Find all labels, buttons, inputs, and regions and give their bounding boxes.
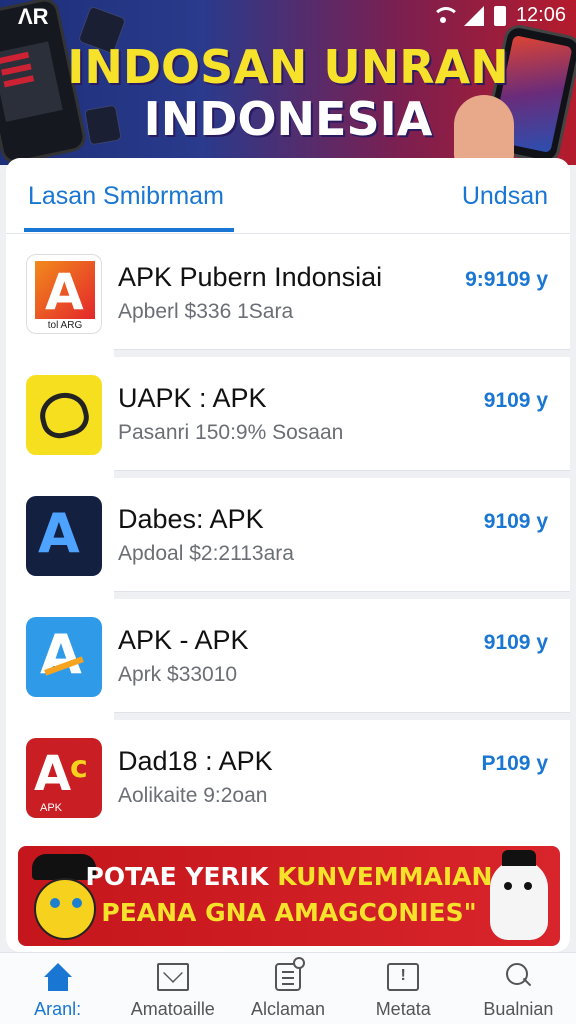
app-subtitle: Apdoal $2:2113ara bbox=[118, 542, 294, 565]
nav-label: Aranl: bbox=[34, 999, 82, 1019]
nav-item-mail[interactable]: Amatoaille bbox=[115, 953, 230, 1024]
app-name: Dabes: APK bbox=[118, 504, 264, 534]
list-item[interactable]: A Dabes: APK Apdoal $2:2113ara 9109 y bbox=[6, 478, 570, 599]
nav-label: Alclaman bbox=[250, 999, 326, 1019]
divider bbox=[114, 591, 570, 599]
list-item[interactable]: Ac APK Dad18 : APK Aolikaite 9:2oan P109 … bbox=[6, 720, 570, 841]
app-logo-icon: ɅR bbox=[18, 4, 49, 29]
mail-icon bbox=[156, 963, 189, 991]
promo-line-1: POTAE YERIK KUNVEMMAIAN bbox=[85, 862, 493, 891]
app-name: Dad18 : APK bbox=[118, 746, 273, 776]
status-bar: ɅR 12:06 bbox=[0, 0, 576, 32]
promo-banner[interactable]: POTAE YERIK KUNVEMMAIAN PEANA GNA AMAGCO… bbox=[18, 846, 560, 946]
wifi-icon bbox=[431, 6, 460, 25]
nav-label: Bualnian bbox=[483, 999, 554, 1019]
promo-line-2: PEANA GNA AMAGCONIES" bbox=[101, 898, 477, 927]
app-name: UAPK : APK bbox=[118, 383, 267, 413]
divider bbox=[114, 470, 570, 478]
signal-icon bbox=[463, 5, 484, 26]
divider bbox=[114, 349, 570, 357]
app-value: 9109 y bbox=[483, 389, 548, 412]
home-icon bbox=[42, 963, 74, 991]
apk-red-orange-icon: ꓮ tol ARG bbox=[26, 254, 102, 334]
nav-label: Amatoaille bbox=[130, 999, 215, 1019]
document-icon bbox=[275, 957, 305, 991]
nav-item-inbox[interactable]: Metata bbox=[346, 953, 461, 1024]
status-time: 12:06 bbox=[515, 4, 566, 26]
tab-bar: Lasan Smibrmam Undsan bbox=[6, 158, 570, 234]
app-name: APK Pubern Indonsiai bbox=[118, 262, 383, 292]
app-subtitle: Apberl $336 1Sara bbox=[118, 300, 294, 323]
battery-icon bbox=[493, 5, 506, 26]
banner-subtitle: INDONESIA bbox=[143, 92, 433, 146]
list-item[interactable]: UAPK : APK Pasanri 150:9% Sosaan 9109 y bbox=[6, 357, 570, 478]
app-list-card: Lasan Smibrmam Undsan ꓮ tol ARG APK Pube… bbox=[6, 158, 570, 952]
app-name: APK - APK bbox=[118, 625, 249, 655]
tab-secondary[interactable]: Undsan bbox=[462, 182, 548, 211]
nav-item-home[interactable]: Aranl: bbox=[0, 953, 115, 1024]
app-list: ꓮ tol ARG APK Pubern Indonsiai Apberl $3… bbox=[6, 236, 570, 841]
app-subtitle: Aolikaite 9:2oan bbox=[118, 784, 268, 807]
banner-title: INDOSAN UNRAN bbox=[67, 40, 509, 94]
blue-apk-icon: A bbox=[26, 617, 102, 697]
app-value: 9:9109 y bbox=[465, 268, 548, 291]
list-item[interactable]: A APK - APK Aprk $33010 9109 y bbox=[6, 599, 570, 720]
nav-item-document[interactable]: Alclaman bbox=[230, 953, 345, 1024]
bottom-nav: Aranl: Amatoaille Alclaman Metata Bualni… bbox=[0, 952, 576, 1024]
nav-label: Metata bbox=[375, 999, 431, 1019]
dark-apk-icon: A bbox=[26, 496, 102, 576]
app-subtitle: Pasanri 150:9% Sosaan bbox=[118, 421, 344, 444]
tab-indicator bbox=[24, 228, 234, 232]
tab-primary[interactable]: Lasan Smibrmam bbox=[28, 182, 224, 211]
list-item[interactable]: ꓮ tol ARG APK Pubern Indonsiai Apberl $3… bbox=[6, 236, 570, 357]
yellow-heart-icon bbox=[26, 375, 102, 455]
search-icon bbox=[502, 963, 534, 991]
red-apk-icon: Ac APK bbox=[26, 738, 102, 818]
app-value: P109 y bbox=[481, 752, 548, 775]
inbox-icon bbox=[387, 963, 420, 991]
divider bbox=[114, 712, 570, 720]
nav-item-search[interactable]: Bualnian bbox=[461, 953, 576, 1024]
app-value: 9109 y bbox=[483, 631, 548, 654]
app-subtitle: Aprk $33010 bbox=[118, 663, 238, 686]
app-value: 9109 y bbox=[483, 510, 548, 533]
